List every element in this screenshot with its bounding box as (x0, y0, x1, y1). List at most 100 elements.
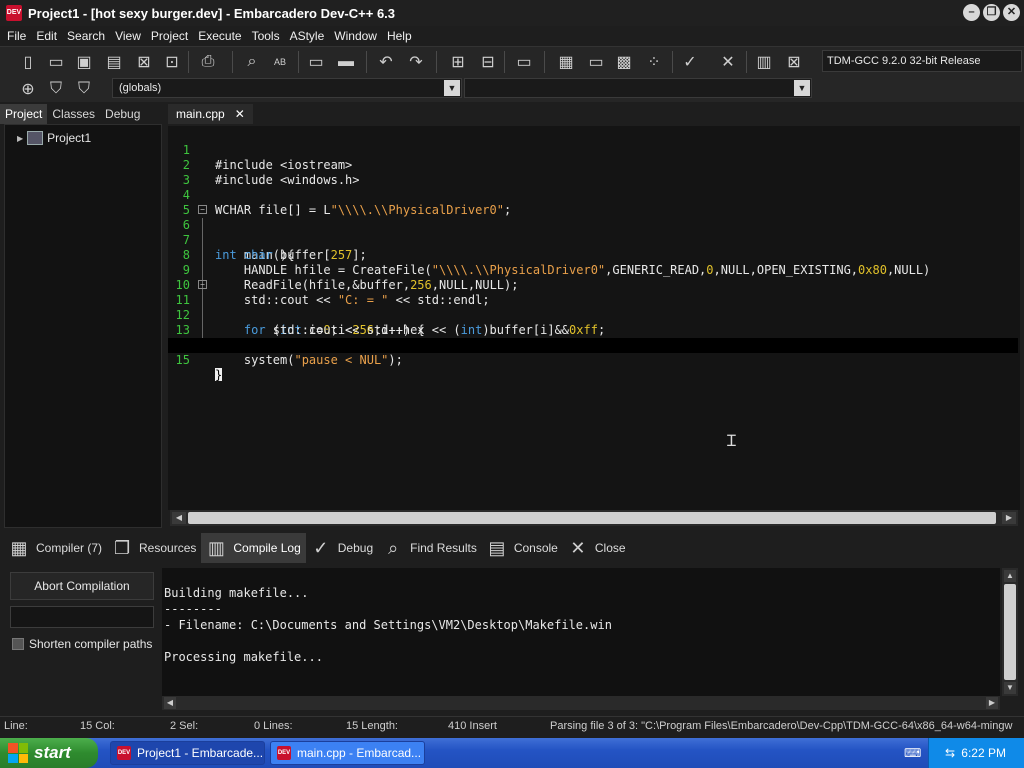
tab-debug-bottom[interactable]: ✓ Debug (306, 533, 378, 563)
chevron-down-icon[interactable]: ▼ (794, 80, 810, 96)
code-line[interactable]: 11 − for (int i=0;i<256;i++) { (168, 278, 1018, 337)
log-horizontal-scrollbar[interactable]: ◀ ▶ (162, 696, 1000, 710)
code-line[interactable]: 3 (168, 158, 1018, 187)
delete-profile-icon[interactable]: ⊠ (782, 50, 806, 74)
compile-icon[interactable]: ▦ (554, 50, 578, 74)
menu-execute[interactable]: Execute (193, 29, 246, 43)
code-line[interactable]: 10 std::cout << "C: = " << std::endl; (168, 263, 1018, 307)
menu-astyle[interactable]: AStyle (285, 29, 330, 43)
code-line[interactable]: 1 #include <iostream> (168, 128, 1018, 172)
network-icon[interactable]: ⇆ (943, 746, 957, 760)
menu-view[interactable]: View (110, 29, 146, 43)
menu-project[interactable]: Project (146, 29, 193, 43)
restore-button[interactable]: ❐ (983, 4, 1000, 21)
tab-compile-log[interactable]: ▥ Compile Log (201, 533, 306, 563)
devcpp-app-icon[interactable]: DEV (6, 5, 22, 21)
scroll-up-icon[interactable]: ▲ (1004, 570, 1016, 582)
syntax-check-icon[interactable]: ✓ (678, 50, 702, 74)
print-icon[interactable]: ⎙ (196, 50, 220, 74)
current-code-line[interactable]: 15 } (168, 338, 1018, 382)
find-icon[interactable]: ⌕ (240, 50, 264, 74)
run-icon[interactable]: ▭ (584, 50, 608, 74)
compiler-select[interactable]: TDM-GCC 9.2.0 32-bit Release (822, 50, 1022, 72)
shorten-paths-checkbox[interactable] (12, 638, 24, 650)
clock[interactable]: 6:22 PM (961, 746, 1006, 760)
remove-from-project-icon[interactable]: ⊟ (476, 50, 500, 74)
bookmark-icon[interactable]: ⛉ (44, 77, 68, 101)
menu-edit[interactable]: Edit (31, 29, 62, 43)
tree-item-project1[interactable]: ▶ Project1 (17, 131, 91, 145)
scroll-thumb[interactable] (1004, 584, 1016, 680)
tab-console[interactable]: ▤ Console (482, 533, 563, 563)
open-folder-icon[interactable]: ▭ (44, 50, 68, 74)
code-line[interactable]: 7 char buffer[257]; (168, 218, 1018, 262)
scroll-left-icon[interactable]: ◀ (172, 512, 186, 524)
comment-icon[interactable]: ▭ (512, 50, 536, 74)
compile-run-icon[interactable]: ▩ (612, 50, 636, 74)
tab-classes[interactable]: Classes (47, 104, 100, 124)
menu-tools[interactable]: Tools (247, 29, 285, 43)
close-file-icon[interactable]: ⊠ (132, 50, 156, 74)
taskbar-item-main-cpp[interactable]: DEV main.cpp - Embarcad... (270, 741, 425, 765)
unindent-icon[interactable]: ▬ (334, 50, 358, 74)
redo-icon[interactable]: ↷ (404, 50, 428, 74)
stop-execution-icon[interactable]: ✕ (716, 50, 740, 74)
menu-help[interactable]: Help (382, 29, 417, 43)
bookmarks-icon[interactable]: ⛉ (72, 77, 96, 101)
code-line[interactable]: 6 − int main(){ (168, 203, 1018, 262)
tab-debug[interactable]: Debug (100, 104, 145, 124)
scroll-right-icon[interactable]: ▶ (1002, 512, 1016, 524)
code-line[interactable]: 2 #include <windows.h> (168, 143, 1018, 187)
add-to-project-icon[interactable]: ⊞ (446, 50, 470, 74)
compile-log[interactable]: Building makefile... -------- - Filename… (162, 568, 1000, 696)
fold-toggle-icon[interactable]: − (198, 280, 207, 289)
code-line[interactable]: 5 (168, 188, 1018, 217)
code-line[interactable]: 12 std::cout << std::hex << (int)buffer[… (168, 293, 1018, 337)
scope-combo[interactable]: (globals) ▼ (112, 78, 462, 98)
tab-close-panel[interactable]: ✕ Close (563, 533, 631, 563)
replace-icon[interactable]: AB (268, 50, 292, 74)
profile-icon[interactable]: ▥ (752, 50, 776, 74)
goto-declaration-icon[interactable]: ⊕ (16, 77, 40, 101)
symbol-combo[interactable]: ▼ (464, 78, 812, 98)
shorten-paths-option[interactable]: Shorten compiler paths (12, 637, 152, 651)
close-tab-icon[interactable]: ✕ (235, 104, 245, 124)
windows-flag-icon (8, 743, 28, 763)
tab-main-cpp[interactable]: main.cpp ✕ (168, 104, 253, 124)
scroll-down-icon[interactable]: ▼ (1004, 682, 1016, 694)
code-line[interactable]: 9 ReadFile(hfile,&buffer,256,NULL,NULL); (168, 248, 1018, 292)
log-vertical-scrollbar[interactable]: ▲ ▼ (1002, 568, 1018, 696)
close-window-button[interactable]: ✕ (1003, 4, 1020, 21)
keyboard-icon[interactable]: ⌨ (904, 746, 921, 760)
tab-compiler[interactable]: ▦ Compiler (7) (4, 533, 107, 563)
save-icon[interactable]: ▣ (72, 50, 96, 74)
start-button[interactable]: start (0, 738, 98, 768)
abort-compilation-button[interactable]: Abort Compilation (10, 572, 154, 600)
editor-horizontal-scrollbar[interactable]: ◀ ▶ (170, 510, 1018, 526)
save-all-icon[interactable]: ▤ (102, 50, 126, 74)
code-line[interactable]: 4 WCHAR file[] = L"\\\\.\\PhysicalDriver… (168, 173, 1018, 217)
scroll-left-icon[interactable]: ◀ (164, 697, 176, 709)
rebuild-icon[interactable]: ⁘ (642, 50, 666, 74)
taskbar-item-project[interactable]: DEV Project1 - Embarcade... (110, 741, 265, 765)
tab-project[interactable]: Project (0, 104, 48, 124)
close-all-icon[interactable]: ⊡ (160, 50, 184, 74)
code-editor[interactable]: 1 #include <iostream> 2 #include <window… (168, 126, 1020, 510)
menu-window[interactable]: Window (329, 29, 382, 43)
expand-arrow-icon[interactable]: ▶ (17, 134, 23, 143)
menu-search[interactable]: Search (62, 29, 110, 43)
undo-icon[interactable]: ↶ (374, 50, 398, 74)
tab-find-results[interactable]: ⌕ Find Results (378, 533, 482, 563)
fold-toggle-icon[interactable]: − (198, 205, 207, 214)
code-line[interactable]: 14 system("pause < NUL"); (168, 323, 1018, 367)
scroll-right-icon[interactable]: ▶ (986, 697, 998, 709)
indent-icon[interactable]: ▭ (304, 50, 328, 74)
code-line[interactable]: 8 HANDLE hfile = CreateFile("\\\\.\\Phys… (168, 233, 1018, 277)
menu-file[interactable]: File (2, 29, 31, 43)
tab-resources[interactable]: ❐ Resources (107, 533, 201, 563)
code-line[interactable]: 13 } (168, 308, 1018, 352)
new-file-icon[interactable]: ▯ (16, 50, 40, 74)
minimize-button[interactable]: – (963, 4, 980, 21)
scroll-thumb[interactable] (188, 512, 996, 524)
chevron-down-icon[interactable]: ▼ (444, 80, 460, 96)
